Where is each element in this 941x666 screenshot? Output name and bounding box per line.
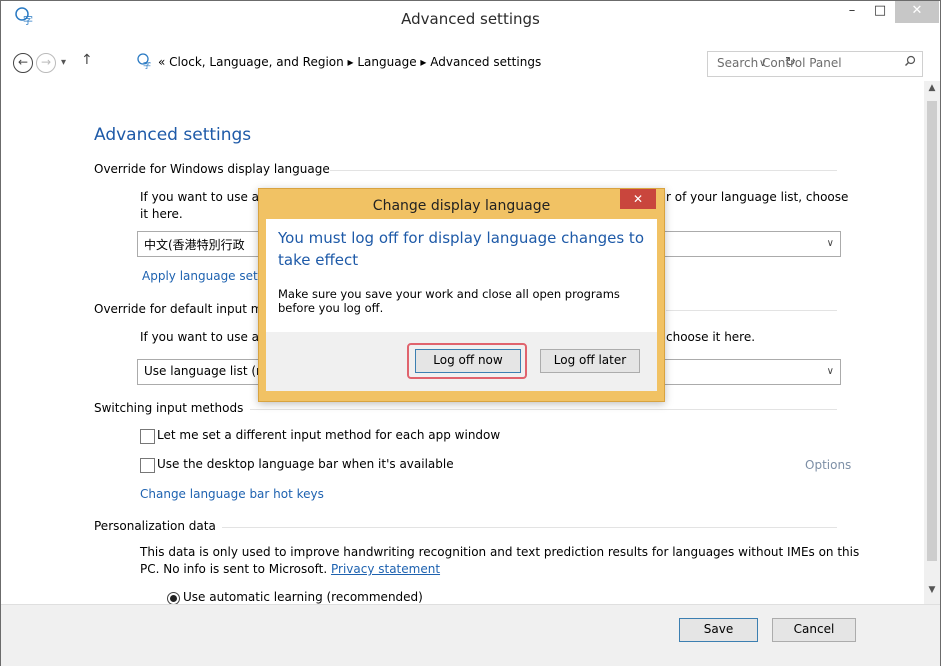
desktop-language-bar-label[interactable]: Use the desktop language bar when it's a…	[157, 457, 454, 471]
up-button[interactable]: ↑	[81, 52, 93, 68]
chevron-down-icon: ∨	[826, 366, 834, 377]
desktop-language-bar-checkbox[interactable]	[140, 458, 155, 473]
display-language-text-right: r of your language list, choose	[666, 190, 849, 204]
address-box[interactable]: 字 « Clock, Language, and Region ▸ Langua…	[109, 49, 796, 75]
automatic-learning-label[interactable]: Use automatic learning (recommended)	[183, 590, 423, 604]
divider	[250, 409, 837, 410]
title-bar: 字 Advanced settings – □ ✕	[1, 1, 940, 35]
scroll-up-arrow-icon[interactable]: ▲	[924, 83, 940, 93]
dialog-footer: Log off now Log off later	[266, 332, 657, 391]
scroll-thumb[interactable]	[927, 101, 937, 561]
footer-bar: Save Cancel	[1, 604, 940, 666]
divider	[222, 527, 837, 528]
scroll-down-arrow-icon[interactable]: ▼	[924, 585, 940, 595]
breadcrumb-prefix[interactable]: «	[158, 55, 165, 69]
per-app-input-label[interactable]: Let me set a different input method for …	[157, 428, 500, 442]
personalization-text: PC. No info is sent to Microsoft.	[140, 562, 328, 576]
display-language-value: 中文(香港特別行政	[144, 238, 245, 252]
search-input[interactable]: Search Control Panel	[707, 51, 923, 77]
privacy-statement-link[interactable]: Privacy statement	[331, 562, 440, 576]
options-link[interactable]: Options	[805, 458, 851, 472]
per-app-input-checkbox[interactable]	[140, 429, 155, 444]
dialog-close-button[interactable]: ✕	[620, 189, 656, 209]
section-heading-switching: Switching input methods	[94, 401, 244, 415]
close-window-button[interactable]: ✕	[895, 1, 939, 23]
input-method-text-left: If you want to use ar	[140, 330, 264, 344]
address-bar: ← → ▾ ↑ 字 « Clock, Language, and Region …	[1, 41, 940, 81]
change-hot-keys-link[interactable]: Change language bar hot keys	[140, 487, 324, 501]
input-method-value: Use language list (re	[144, 364, 269, 378]
svg-text:字: 字	[143, 60, 151, 69]
forward-button[interactable]: →	[36, 53, 56, 73]
section-heading-display-language: Override for Windows display language	[94, 162, 330, 176]
automatic-learning-radio[interactable]	[167, 592, 180, 604]
apply-language-settings-link[interactable]: Apply language sett	[142, 269, 262, 283]
control-panel-icon: 字	[137, 53, 153, 73]
divider	[666, 310, 837, 311]
back-button[interactable]: ←	[13, 53, 33, 73]
personalization-text-line1: This data is only used to improve handwr…	[140, 545, 860, 559]
log-off-now-button[interactable]: Log off now	[415, 349, 521, 373]
dialog-body: You must log off for display language ch…	[266, 219, 657, 332]
chevron-down-icon: ∨	[826, 238, 834, 249]
section-heading-input-method: Override for default input m	[94, 302, 263, 316]
dialog-heading: You must log off for display language ch…	[278, 229, 644, 269]
personalization-text-line2: PC. No info is sent to Microsoft. Privac…	[140, 562, 440, 577]
search-placeholder: Search Control Panel	[717, 56, 842, 70]
input-method-text-right: choose it here.	[666, 330, 756, 344]
cancel-button[interactable]: Cancel	[772, 618, 856, 642]
dialog-message: Make sure you save your work and close a…	[278, 287, 620, 315]
change-display-language-dialog: Change display language ✕ You must log o…	[258, 188, 665, 402]
section-heading-personalization: Personalization data	[94, 519, 216, 533]
display-language-text-left: If you want to use a d	[140, 190, 271, 204]
log-off-later-button[interactable]: Log off later	[540, 349, 640, 373]
divider	[330, 170, 837, 171]
window-title: Advanced settings	[401, 10, 540, 28]
display-language-text-line2: it here.	[140, 207, 183, 221]
breadcrumb-path[interactable]: Clock, Language, and Region ▸ Language ▸…	[169, 55, 541, 69]
save-button[interactable]: Save	[679, 618, 758, 642]
vertical-scrollbar[interactable]: ▲ ▼	[924, 81, 940, 604]
recent-locations-dropdown[interactable]: ▾	[61, 57, 66, 68]
page-title: Advanced settings	[94, 125, 252, 145]
breadcrumb: « Clock, Language, and Region ▸ Language…	[158, 55, 541, 69]
search-icon[interactable]	[904, 55, 916, 70]
maximize-button[interactable]: □	[867, 1, 893, 23]
minimize-button[interactable]: –	[839, 1, 865, 23]
dialog-title: Change display language	[372, 198, 551, 214]
